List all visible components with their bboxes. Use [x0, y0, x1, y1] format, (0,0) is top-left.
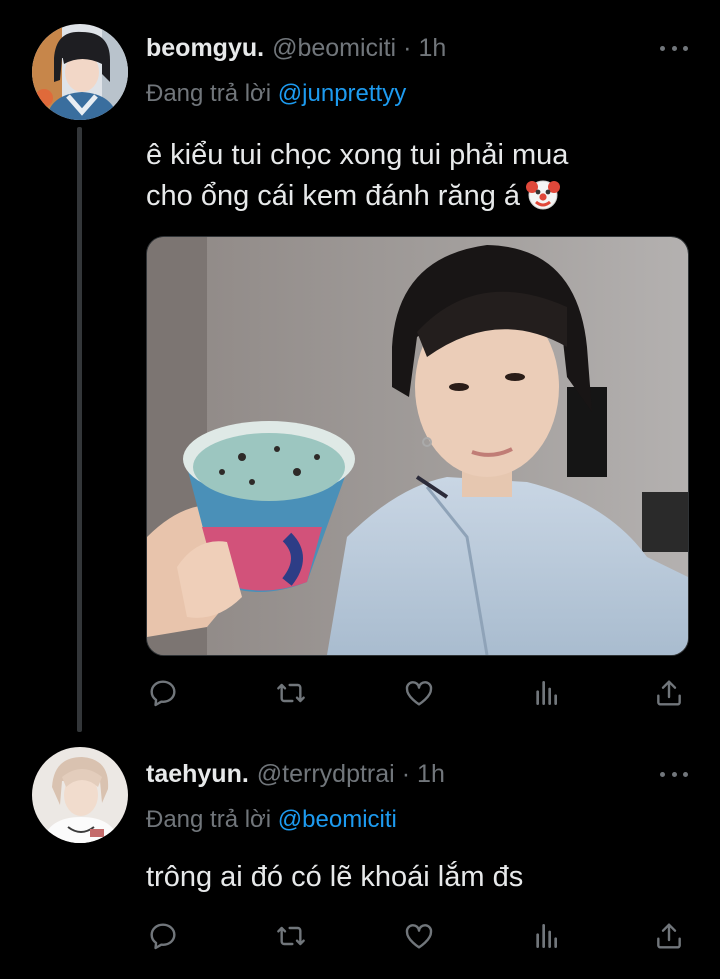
separator-dot: ·	[403, 34, 412, 62]
display-name[interactable]: taehyun.	[146, 760, 249, 789]
reply-icon[interactable]	[146, 919, 180, 953]
retweet-icon[interactable]	[274, 919, 308, 953]
replying-to: Đang trả lời @junprettyy	[146, 80, 406, 108]
reply-icon[interactable]	[146, 676, 180, 710]
reply-mention-link[interactable]: @junprettyy	[278, 80, 406, 107]
retweet-icon[interactable]	[274, 676, 308, 710]
tweet-actions	[146, 676, 686, 712]
tweet-beomgyu[interactable]: beomgyu. @beomiciti · 1h Đang trả lời @j…	[0, 0, 720, 735]
views-icon[interactable]	[530, 676, 564, 710]
tweet-media-photo[interactable]	[146, 236, 689, 656]
display-name[interactable]: beomgyu.	[146, 34, 264, 63]
timestamp[interactable]: 1h	[417, 760, 445, 789]
tweet-text: trông ai đó có lẽ khoái lắm đs	[146, 857, 686, 898]
avatar[interactable]	[32, 24, 128, 120]
replying-to-label: Đang trả lời	[146, 806, 272, 833]
separator-dot: ·	[401, 760, 411, 788]
tweet-header: taehyun. @terrydptrai · 1h	[146, 760, 445, 789]
like-icon[interactable]	[402, 919, 436, 953]
avatar[interactable]	[32, 747, 128, 843]
clown-face-emoji	[526, 177, 561, 223]
views-icon[interactable]	[530, 919, 564, 953]
more-options-icon[interactable]	[660, 44, 688, 52]
like-icon[interactable]	[402, 676, 436, 710]
tweet-text-line: trông ai đó có lẽ khoái lắm đs	[146, 861, 524, 893]
user-handle[interactable]: @beomiciti	[272, 34, 396, 63]
user-handle[interactable]: @terrydptrai	[257, 760, 395, 789]
tweet-text-line: cho ổng cái kem đánh răng á	[146, 176, 686, 223]
replying-to-label: Đang trả lời	[146, 80, 272, 107]
tweet-text-line: ê kiểu tui chọc xong tui phải mua	[146, 139, 569, 171]
reply-mention-link[interactable]: @beomiciti	[278, 806, 397, 833]
tweet-text: ê kiểu tui chọc xong tui phải mua cho ổn…	[146, 135, 686, 223]
replying-to: Đang trả lời @beomiciti	[146, 806, 397, 834]
share-icon[interactable]	[652, 676, 686, 710]
timestamp[interactable]: 1h	[418, 34, 446, 63]
more-options-icon[interactable]	[660, 770, 688, 778]
tweet-taehyun[interactable]: taehyun. @terrydptrai · 1h Đang trả lời …	[0, 735, 720, 979]
tweet-actions	[146, 919, 686, 955]
tweet-header: beomgyu. @beomiciti · 1h	[146, 34, 446, 63]
share-icon[interactable]	[652, 919, 686, 953]
thread-line	[77, 127, 82, 732]
